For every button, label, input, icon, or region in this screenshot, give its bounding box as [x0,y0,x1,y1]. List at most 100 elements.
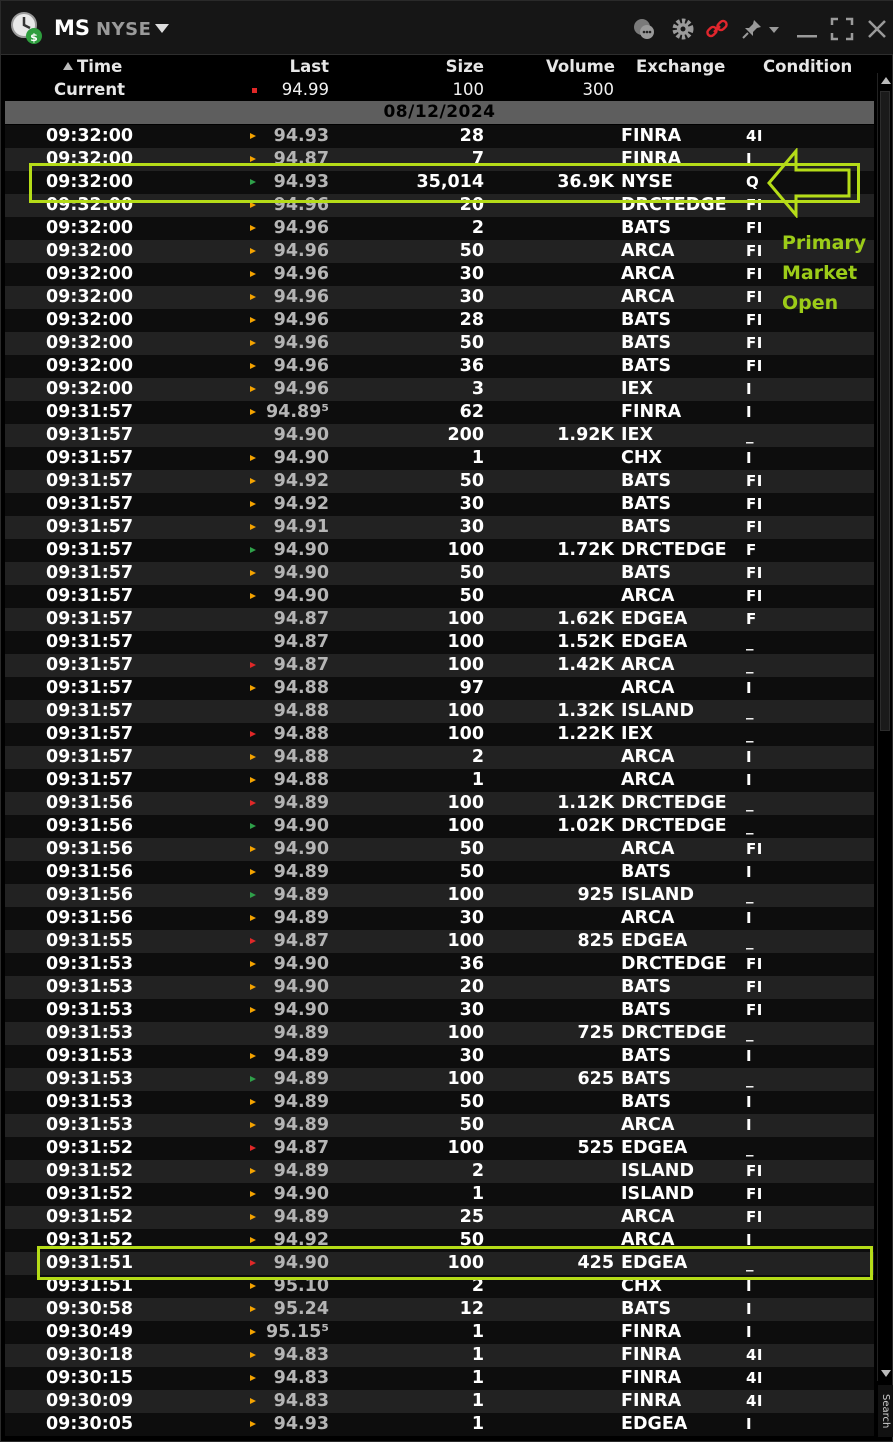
trade-time: 09:31:57 [46,517,134,537]
table-row[interactable]: 09:31:57 94.87 100 1.42K ARCA _ [5,654,874,677]
search-tab[interactable]: Search [878,1385,893,1437]
table-row[interactable]: 09:31:56 94.90 50 ARCA FI [5,838,874,861]
table-row[interactable]: 09:31:53 94.90 36 DRCTEDGE FI [5,953,874,976]
chevron-down-icon[interactable] [155,24,169,33]
table-row[interactable]: 09:32:00 94.96 30 ARCA FI [5,263,874,286]
trade-exchange: ARCA [621,586,675,606]
table-row[interactable]: 09:31:57 94.91 30 BATS FI [5,516,874,539]
tick-arrow-icon [250,685,256,691]
table-row[interactable]: 09:31:57 94.88 1 ARCA I [5,769,874,792]
app-logo-icon[interactable]: $ [9,11,43,45]
trade-last: 94.89 [273,862,329,882]
trade-exchange: ISLAND [621,1161,694,1181]
table-row[interactable]: 09:31:57 94.90 200 1.92K IEX _ [5,424,874,447]
table-row[interactable]: 09:30:09 94.83 1 FINRA 4I [5,1390,874,1413]
table-row[interactable]: 09:31:53 94.89 30 BATS I [5,1045,874,1068]
table-row[interactable]: 09:31:53 94.90 30 BATS FI [5,999,874,1022]
link-icon[interactable] [705,17,729,41]
trade-exchange: FINRA [621,1322,682,1342]
table-row[interactable]: 09:31:55 94.87 100 825 EDGEA _ [5,930,874,953]
table-row[interactable]: 09:32:00 94.96 3 IEX I [5,378,874,401]
table-row[interactable]: 09:31:57 94.92 50 BATS FI [5,470,874,493]
table-row[interactable]: 09:32:00 94.96 36 BATS FI [5,355,874,378]
gear-icon[interactable] [671,17,695,41]
volume-column-header[interactable]: Volume [546,57,615,76]
table-row[interactable]: 09:31:56 94.89 50 BATS I [5,861,874,884]
table-row[interactable]: 09:32:00 94.93 28 FINRA 4I [5,125,874,148]
tick-arrow-icon [250,524,256,530]
table-row[interactable]: 09:31:57 94.88 2 ARCA I [5,746,874,769]
trade-last: 94.89 [273,1207,329,1227]
table-row[interactable]: 09:31:53 94.89 100 725 DRCTEDGE _ [5,1022,874,1045]
table-row[interactable]: 09:31:53 94.89 100 625 BATS _ [5,1068,874,1091]
table-row[interactable]: 09:31:56 94.89 100 925 ISLAND _ [5,884,874,907]
scroll-down-icon[interactable] [881,1370,891,1377]
table-row[interactable]: 09:31:57 94.87 100 1.62K EDGEA F [5,608,874,631]
trade-size: 30 [459,1046,484,1066]
size-column-header[interactable]: Size [446,57,484,76]
trade-exchange: EDGEA [621,1414,688,1434]
scrollbar[interactable] [877,73,892,1381]
time-column-header[interactable]: Time [77,57,122,76]
table-row[interactable]: 09:31:56 94.89 30 ARCA I [5,907,874,930]
tick-arrow-icon [250,961,256,967]
exchange-dropdown[interactable]: NYSE [96,19,151,40]
exchange-column-header[interactable]: Exchange [636,57,725,76]
table-row[interactable]: 09:30:58 95.24 12 BATS I [5,1298,874,1321]
table-row[interactable]: 09:30:05 94.93 1 EDGEA I [5,1413,874,1436]
table-row[interactable]: 09:30:15 94.83 1 FINRA 4I [5,1367,874,1390]
table-row[interactable]: 09:32:00 94.96 2 BATS FI [5,217,874,240]
chat-icon[interactable] [632,17,656,41]
maximize-icon[interactable] [830,17,854,41]
table-row[interactable]: 09:31:52 94.87 100 525 EDGEA _ [5,1137,874,1160]
trade-condition: I [746,380,753,398]
table-row[interactable]: 09:31:56 94.89 100 1.12K DRCTEDGE _ [5,792,874,815]
chevron-down-icon[interactable] [766,17,782,41]
table-row[interactable]: 09:31:57 94.90 50 ARCA FI [5,585,874,608]
scroll-thumb[interactable] [880,91,890,731]
trade-time: 09:31:53 [46,1069,134,1089]
symbol-label[interactable]: MS [54,16,90,40]
table-row[interactable]: 09:31:57 94.87 100 1.52K EDGEA _ [5,631,874,654]
table-row[interactable]: 09:31:57 94.90 100 1.72K DRCTEDGE F [5,539,874,562]
table-row[interactable]: 09:31:57 94.90 1 CHX I [5,447,874,470]
table-row[interactable]: 09:31:57 94.88 97 ARCA I [5,677,874,700]
table-row[interactable]: 09:31:57 94.92 30 BATS FI [5,493,874,516]
table-row[interactable]: 09:31:53 94.90 20 BATS FI [5,976,874,999]
tick-arrow-icon [250,1329,256,1335]
table-row[interactable]: 09:31:57 94.89⁵ 62 FINRA I [5,401,874,424]
table-row[interactable]: 09:30:49 95.15⁵ 1 FINRA I [5,1321,874,1344]
trade-time: 09:31:56 [46,885,134,905]
table-row[interactable]: 09:31:52 94.89 2 ISLAND FI [5,1160,874,1183]
table-row[interactable]: 09:31:53 94.89 50 BATS I [5,1091,874,1114]
trade-time: 09:31:57 [46,747,134,767]
table-row[interactable]: 09:32:00 94.96 30 ARCA FI [5,286,874,309]
table-row[interactable]: 09:31:57 94.88 100 1.32K ISLAND _ [5,700,874,723]
trade-exchange: ARCA [621,1115,675,1135]
table-row[interactable]: 09:31:53 94.89 50 ARCA I [5,1114,874,1137]
trade-condition: _ [746,1070,754,1088]
trade-last: 94.93 [273,1414,329,1434]
trade-condition: _ [746,794,754,812]
scroll-up-icon[interactable] [881,77,891,84]
pin-icon[interactable] [740,17,764,41]
close-icon[interactable] [865,17,889,41]
table-row[interactable]: 09:32:00 94.96 50 ARCA FI [5,240,874,263]
trade-time: 09:31:56 [46,908,134,928]
table-row[interactable]: 09:31:56 94.90 100 1.02K DRCTEDGE _ [5,815,874,838]
minimize-icon[interactable] [795,17,819,41]
last-column-header[interactable]: Last [290,57,329,76]
table-row[interactable]: 09:32:00 94.96 50 BATS FI [5,332,874,355]
condition-column-header[interactable]: Condition [763,57,852,76]
table-row[interactable]: 09:32:00 94.96 28 BATS FI [5,309,874,332]
trade-size: 30 [459,1000,484,1020]
table-row[interactable]: 09:31:57 94.88 100 1.22K IEX _ [5,723,874,746]
table-row[interactable]: 09:30:18 94.83 1 FINRA 4I [5,1344,874,1367]
table-row[interactable]: 09:31:52 94.89 25 ARCA FI [5,1206,874,1229]
table-row[interactable]: 09:31:57 94.90 50 BATS FI [5,562,874,585]
table-row[interactable]: 09:31:52 94.90 1 ISLAND FI [5,1183,874,1206]
trade-condition: FI [746,1185,763,1203]
tick-arrow-icon [250,271,256,277]
trade-time: 09:31:53 [46,1092,134,1112]
trade-time: 09:31:52 [46,1138,134,1158]
